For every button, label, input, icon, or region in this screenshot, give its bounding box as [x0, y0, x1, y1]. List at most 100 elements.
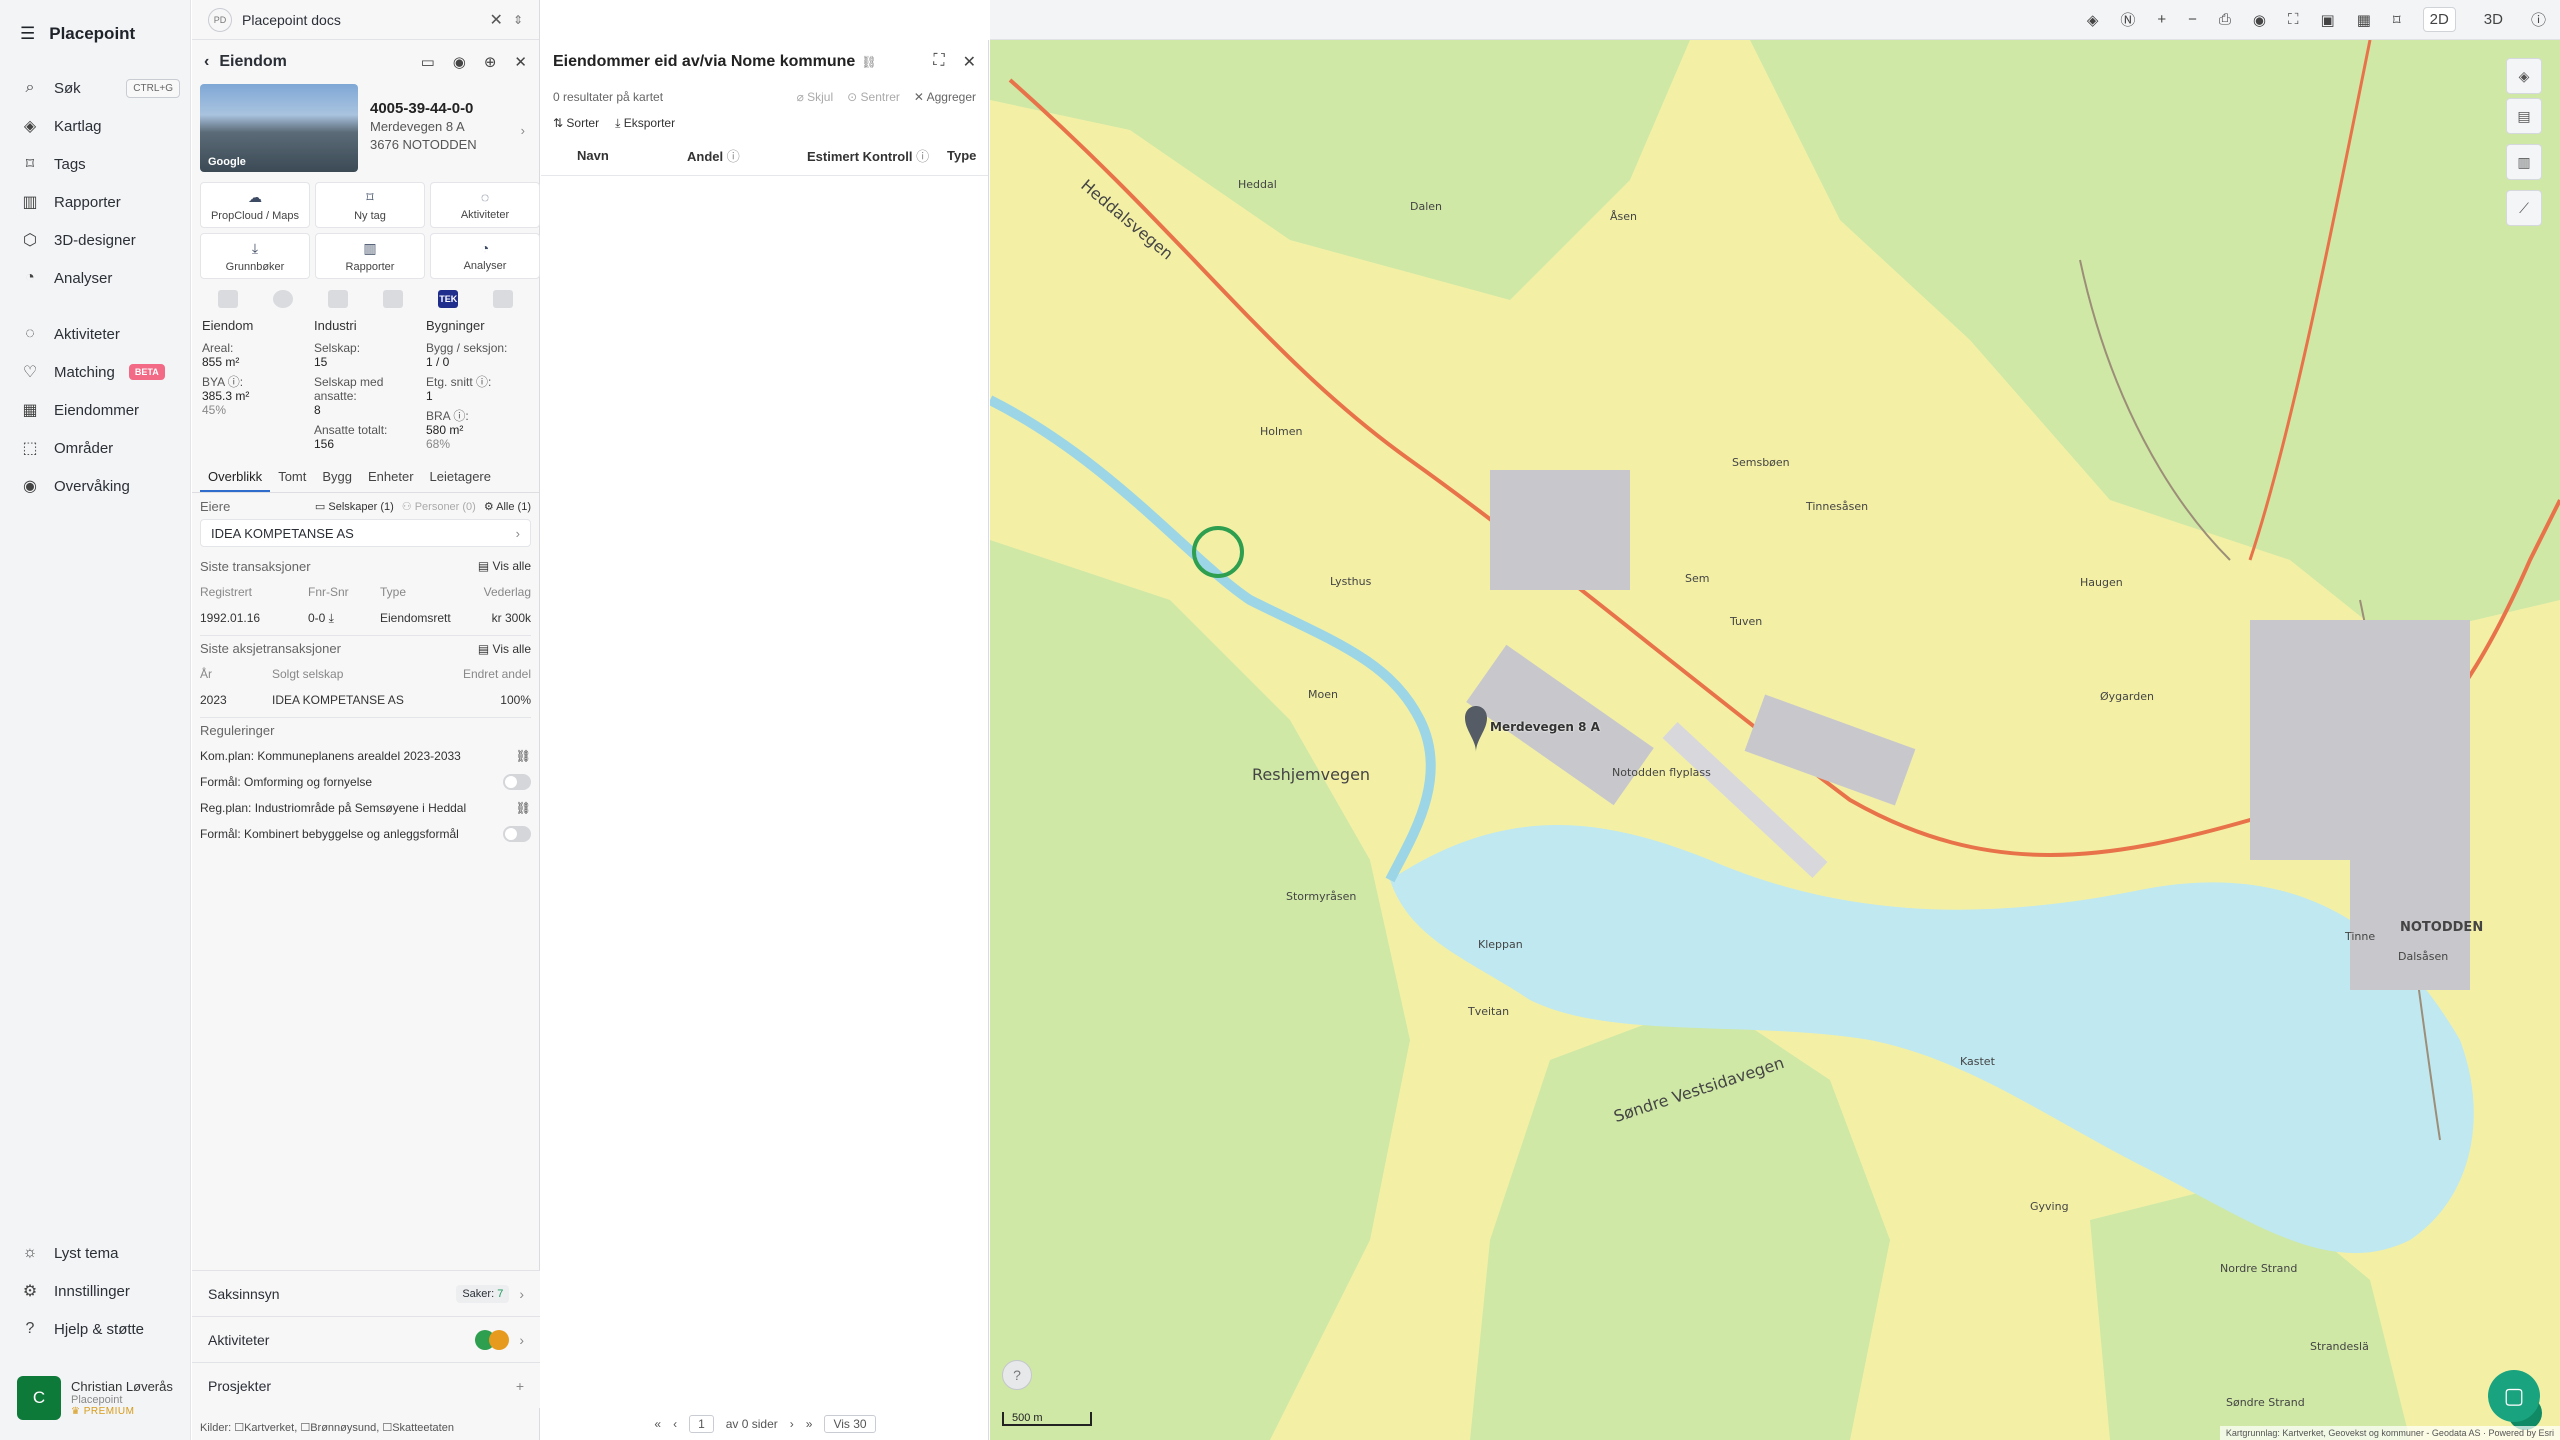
propcloud-button[interactable]: ☁ PropCloud / Maps: [200, 182, 310, 228]
nav-item-3d-designer[interactable]: ⬡ 3D-designer: [20, 222, 180, 258]
toggle[interactable]: [503, 774, 531, 790]
eye-icon[interactable]: ◉: [453, 53, 466, 71]
tab-bygg[interactable]: Bygg: [314, 463, 360, 492]
grid-icon[interactable]: ▦: [2357, 11, 2371, 29]
source-icon[interactable]: [493, 290, 514, 308]
nav-item-eiendommer[interactable]: ▦ Eiendommer: [20, 392, 180, 428]
view-all-transactions-link[interactable]: ▤ Vis alle: [478, 559, 531, 573]
nav-item-omrader[interactable]: ⬚ Områder: [20, 430, 180, 466]
target-icon[interactable]: ⊕: [484, 53, 497, 71]
compass-icon[interactable]: Ⓝ: [2120, 9, 2135, 30]
map-chart-button[interactable]: ▥: [2506, 144, 2542, 180]
nav-item-matching[interactable]: ♡ Matching BETA: [20, 354, 180, 390]
source-icon[interactable]: [272, 290, 293, 308]
id-card-icon[interactable]: ▭: [421, 53, 435, 71]
prosjekter-accordion[interactable]: Prosjekter +: [192, 1362, 540, 1408]
map-canvas[interactable]: NOTODDEN Heddal Holmen Lysthus Moen Noto…: [990, 40, 2560, 1440]
grunnboker-button[interactable]: ⤓ Grunnbøker: [200, 233, 310, 279]
nav-item-rapporter[interactable]: ▥ Rapporter: [20, 184, 180, 220]
view-all-share-tx-link[interactable]: ▤ Vis alle: [478, 642, 531, 656]
chat-support-button[interactable]: ▢: [2488, 1370, 2540, 1422]
sort-button[interactable]: ⇅ Sorter: [553, 116, 599, 130]
nav-item-search[interactable]: ⌕ Søk CTRL+G: [20, 70, 180, 106]
export-button[interactable]: ⤓ Eksporter: [615, 116, 675, 131]
table-row[interactable]: 2023 IDEA KOMPETANSE AS 100%: [200, 687, 531, 713]
fullscreen-icon[interactable]: ⛶: [933, 52, 944, 72]
hide-button[interactable]: ⌀ Skjul: [797, 90, 834, 104]
selected-property-label[interactable]: Merdevegen 8 A: [1490, 720, 1600, 734]
brand[interactable]: ☰ Placepoint: [20, 20, 135, 48]
tab-enheter[interactable]: Enheter: [360, 463, 422, 492]
tab-tomt[interactable]: Tomt: [270, 463, 314, 492]
aktiviteter-accordion[interactable]: Aktiviteter ›: [192, 1316, 540, 1362]
user-profile[interactable]: C Christian Løverås Placepoint ♛ PREMIUM: [17, 1372, 177, 1424]
back-icon[interactable]: ‹: [204, 53, 209, 71]
filter-persons[interactable]: ⚇ Personer (0): [402, 500, 476, 513]
nav-item-overvaking[interactable]: ◉ Overvåking: [20, 468, 180, 504]
zoom-in-icon[interactable]: +: [2157, 11, 2166, 28]
bookmark-icon[interactable]: ⌑: [2393, 11, 2401, 29]
mode-2d-button[interactable]: 2D: [2422, 7, 2456, 32]
last-page-icon[interactable]: »: [806, 1417, 813, 1431]
nav-item-kartlag[interactable]: ◈ Kartlag: [20, 108, 180, 144]
close-icon[interactable]: ✕: [963, 52, 976, 72]
print-icon[interactable]: ⎙: [2219, 11, 2231, 28]
page-size-select[interactable]: Vis 30: [824, 1415, 876, 1433]
info-icon[interactable]: ⓘ: [2531, 9, 2546, 30]
street-view-photo[interactable]: Google: [200, 84, 358, 172]
toggle[interactable]: [503, 826, 531, 842]
analyses-button[interactable]: ◔ Analyser: [430, 233, 540, 279]
aggregate-button[interactable]: ✕ Aggreger: [914, 90, 976, 104]
link-icon[interactable]: ⛓: [861, 55, 876, 69]
property-summary[interactable]: Google 4005-39-44-0-0 Merdevegen 8 A 367…: [192, 84, 539, 176]
owner-row[interactable]: IDEA KOMPETANSE AS ›: [200, 519, 531, 547]
next-page-icon[interactable]: ›: [790, 1417, 794, 1431]
nav-item-theme[interactable]: ☼ Lyst tema: [20, 1235, 180, 1271]
expand-icon[interactable]: ⇕: [513, 13, 523, 27]
nav-item-help[interactable]: ? Hjelp & støtte: [20, 1311, 180, 1347]
regulation-row[interactable]: Reg.plan: Industriområde på Semsøyene i …: [200, 795, 531, 821]
map-measure-button[interactable]: ⟋: [2506, 190, 2542, 226]
mode-3d-button[interactable]: 3D: [2478, 8, 2509, 31]
filter-all[interactable]: ⚙ Alle (1): [484, 500, 531, 513]
area-icon: ⬚: [22, 440, 38, 457]
eye-icon[interactable]: ◉: [2253, 11, 2266, 29]
check-circle-icon: ◉: [23, 478, 37, 495]
activities-button[interactable]: ◌ Aktiviteter: [430, 182, 540, 228]
fullscreen-icon[interactable]: ⛶: [2288, 11, 2299, 28]
tab-leietagere[interactable]: Leietagere: [422, 463, 499, 492]
nav-item-aktiviteter[interactable]: ◌ Aktiviteter: [20, 316, 180, 352]
docs-title[interactable]: Placepoint docs: [242, 12, 341, 28]
tab-overblikk[interactable]: Overblikk: [200, 463, 271, 492]
camera-icon[interactable]: ▣: [2321, 11, 2335, 29]
bookmark-icon: ⌑: [25, 156, 35, 173]
source-icon[interactable]: [217, 290, 238, 308]
map-layers-button[interactable]: ◈: [2506, 58, 2542, 94]
source-icon[interactable]: [327, 290, 348, 308]
table-row[interactable]: 1992.01.16 0-0 ⤓ Eiendomsrett kr 300k: [200, 605, 531, 631]
regulation-row[interactable]: Kom.plan: Kommuneplanens arealdel 2023-2…: [200, 743, 531, 769]
layers-icon[interactable]: ◈: [2087, 11, 2099, 29]
page-input[interactable]: 1: [689, 1415, 714, 1433]
filter-companies[interactable]: ▭ Selskaper (1): [315, 500, 394, 513]
close-icon[interactable]: ✕: [514, 53, 527, 71]
close-icon[interactable]: ✕: [490, 10, 503, 30]
prev-page-icon[interactable]: ‹: [673, 1417, 677, 1431]
first-page-icon[interactable]: «: [654, 1417, 661, 1431]
nav-item-settings[interactable]: ⚙ Innstillinger: [20, 1273, 180, 1309]
new-tag-button[interactable]: ⌑ Ny tag: [315, 182, 425, 228]
zoom-out-icon[interactable]: −: [2188, 11, 2197, 28]
center-button[interactable]: ⊙ Sentrer: [847, 90, 900, 104]
map-stack-button[interactable]: ▤: [2506, 98, 2542, 134]
map-label: Haugen: [2080, 576, 2123, 589]
link-icon: ⛓: [515, 801, 531, 815]
saksinnsyn-accordion[interactable]: Saksinnsyn Saker: 7 ›: [192, 1270, 540, 1316]
gear-icon: ⚙: [22, 1283, 38, 1300]
tek-icon[interactable]: TEK: [438, 290, 459, 308]
source-icon[interactable]: [383, 290, 404, 308]
reports-button[interactable]: ▥ Rapporter: [315, 233, 425, 279]
help-icon[interactable]: ?: [1002, 1360, 1032, 1390]
nav-item-analyser[interactable]: ◔ Analyser: [20, 260, 180, 296]
layers-icon: ◈: [2518, 67, 2530, 84]
nav-item-tags[interactable]: ⌑ Tags: [20, 146, 180, 182]
